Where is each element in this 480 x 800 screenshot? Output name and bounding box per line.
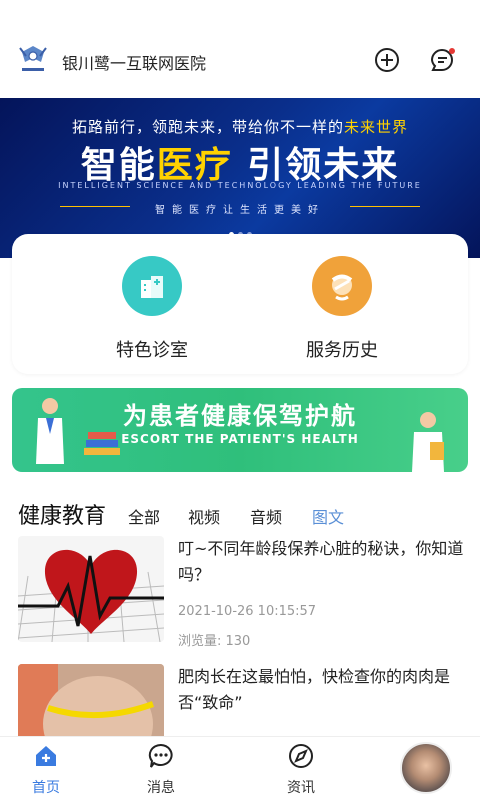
health-ad-banner[interactable]: 为患者健康保驾护航 ESCORT THE PATIENT'S HEALTH (12, 388, 468, 472)
tab-all[interactable]: 全部 (128, 504, 160, 528)
article-item[interactable]: 叮~不同年龄段保养心脏的秘诀，你知道吗？ 2021-10-26 10:15:57… (18, 536, 464, 649)
tab-news[interactable]: 资讯 (271, 743, 331, 797)
article-title: 叮~不同年龄段保养心脏的秘诀，你知道吗？ (178, 539, 464, 584)
article-thumbnail (18, 664, 164, 736)
chat-icon (148, 743, 173, 768)
article-date: 2021-10-26 10:15:57 (178, 604, 317, 619)
feature-card: 特色诊室 服务历史 (12, 234, 468, 374)
hospital-icon (122, 256, 182, 316)
message-icon[interactable] (428, 46, 456, 74)
article-views: 浏览量: 130 (178, 634, 251, 649)
tab-audio[interactable]: 音频 (250, 504, 282, 528)
compass-icon (289, 744, 313, 768)
tab-label: 资讯 (287, 780, 315, 796)
heart-ecg-image (18, 549, 164, 642)
feature-label: 特色诊室 (116, 340, 188, 361)
tab-label: 首页 (32, 780, 60, 796)
plus-circle-icon[interactable] (373, 46, 401, 74)
tab-article[interactable]: 图文 (312, 504, 344, 528)
section-title: 健康教育 (18, 504, 107, 529)
article-thumbnail (18, 536, 164, 642)
feature-label: 服务历史 (306, 340, 378, 361)
tab-messages[interactable]: 消息 (131, 743, 191, 797)
hospital-logo-icon (19, 46, 47, 71)
user-avatar[interactable] (400, 742, 452, 794)
banner-subline: 智能医疗让生活更美好 (155, 205, 325, 216)
notification-badge (449, 48, 455, 54)
doctor-illustration-icon (412, 412, 444, 472)
article-item[interactable]: 肥肉长在这最怕怕，快检查你的肉肉是否“致命” (18, 664, 464, 736)
tab-label: 消息 (147, 780, 175, 796)
belly-measure-image (18, 664, 164, 736)
article-title: 肥肉长在这最怕怕，快检查你的肉肉是否“致命” (178, 667, 451, 712)
tab-home[interactable]: 首页 (16, 743, 76, 797)
banner-english-line: INTELLIGENT SCIENCE AND TECHNOLOGY LEADI… (58, 181, 422, 190)
bandaged-head-icon (312, 256, 372, 316)
app-header: 银川鹭一互联网医院 (0, 0, 480, 98)
feature-special-clinic[interactable]: 特色诊室 (92, 256, 212, 362)
tab-video[interactable]: 视频 (188, 504, 220, 528)
home-icon (36, 746, 56, 766)
feature-service-history[interactable]: 服务历史 (282, 256, 402, 362)
banner-tagline: 拓路前行，领跑未来，带给你不一样的未来世界 (71, 118, 409, 136)
app-title: 银川鹭一互联网医院 (62, 54, 207, 73)
